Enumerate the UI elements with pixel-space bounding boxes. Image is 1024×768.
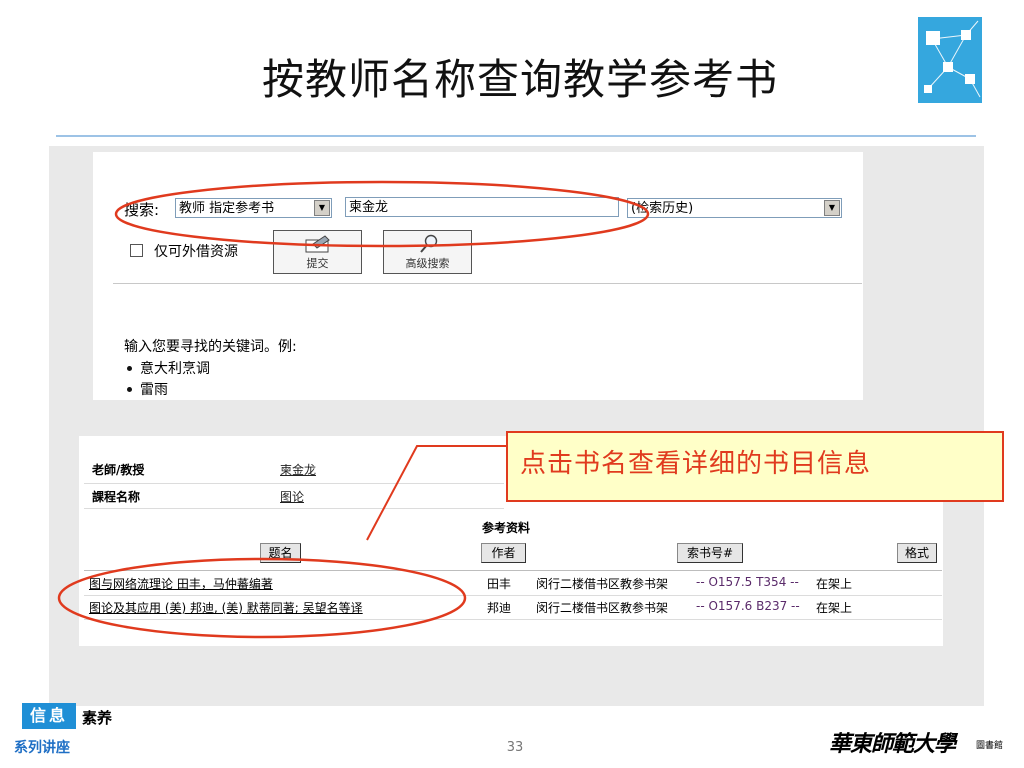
chevron-down-icon: ▼ (314, 200, 330, 216)
call-number-cell: -- O157.5 T354 -- (696, 575, 799, 589)
row-divider (84, 508, 504, 509)
row-divider (84, 595, 942, 596)
search-divider (113, 283, 862, 284)
row-divider (84, 619, 942, 620)
author-cell: 邦迪 (487, 601, 512, 615)
bullet-icon (127, 386, 132, 392)
search-field-select-value: 教师 指定参考书 (179, 201, 275, 216)
location-cell: 闵行二楼借书区教参书架 (536, 601, 669, 615)
magnifier-icon (384, 234, 471, 254)
library-label: 圖書館 (976, 741, 1004, 751)
example-text: 意大利烹调 (140, 361, 210, 377)
chevron-down-icon: ▼ (824, 200, 840, 216)
status-cell: 在架上 (816, 601, 853, 615)
course-label: 課程名称 (92, 490, 141, 504)
bullet-icon (127, 365, 132, 371)
search-hint: 输入您要寻找的关键词。例: (124, 339, 297, 355)
table-header-rule (84, 570, 942, 571)
call-number-cell: -- O157.6 B237 -- (696, 599, 800, 613)
refs-heading: 参考资料 (482, 521, 531, 535)
column-header-format[interactable]: 格式 (897, 543, 937, 563)
column-header-call-number[interactable]: 索书号# (677, 543, 743, 563)
search-field-select[interactable]: 教师 指定参考书 ▼ (175, 198, 332, 218)
search-input[interactable]: 柬金龙 (345, 197, 619, 217)
course-link[interactable]: 图论 (280, 488, 304, 505)
book-title-link[interactable]: 图论及其应用 (美) 邦迪, (美) 默蒂同著; 吴望名等译 (89, 599, 363, 616)
search-history-select[interactable]: (检索历史) ▼ (627, 198, 842, 218)
search-history-select-value: (检索历史) (631, 201, 694, 216)
advanced-search-button[interactable]: 高级搜索 (383, 230, 472, 274)
example-item: 意大利烹调 (124, 358, 210, 378)
status-cell: 在架上 (816, 577, 853, 591)
info-badge: 信息 (22, 703, 76, 729)
teacher-label: 老師/教授 (92, 463, 145, 477)
column-header-author[interactable]: 作者 (481, 543, 526, 563)
lendable-only-label: 仅可外借资源 (154, 244, 238, 260)
series-label: 系列讲座 (14, 740, 70, 756)
example-text: 雷雨 (140, 382, 168, 398)
university-logo: 華東師範大學 (829, 731, 956, 757)
network-logo-icon (918, 17, 982, 103)
page-number: 33 (506, 740, 524, 755)
slide-title: 按教师名称查询教学参考书 (261, 55, 778, 104)
book-title-link[interactable]: 图与网络流理论 田丰，马仲蕃编著 (89, 575, 273, 592)
lendable-only-checkbox[interactable] (130, 244, 143, 257)
advanced-search-label: 高级搜索 (405, 257, 450, 270)
teacher-link[interactable]: 柬金龙 (280, 461, 316, 478)
location-cell: 闵行二楼借书区教参书架 (536, 577, 669, 591)
submit-button[interactable]: 提交 (273, 230, 362, 274)
submit-button-label: 提交 (306, 257, 329, 270)
example-item: 雷雨 (124, 379, 168, 399)
column-header-title[interactable]: 题名 (260, 543, 301, 563)
search-label: 搜索: (124, 201, 160, 219)
search-input-value: 柬金龙 (349, 200, 389, 215)
badge-suffix: 素养 (82, 709, 113, 727)
row-divider (84, 483, 504, 484)
submit-icon (274, 234, 361, 254)
callout-box: 点击书名查看详细的书目信息 (506, 431, 1004, 502)
title-divider (56, 135, 976, 137)
author-cell: 田丰 (487, 577, 512, 591)
